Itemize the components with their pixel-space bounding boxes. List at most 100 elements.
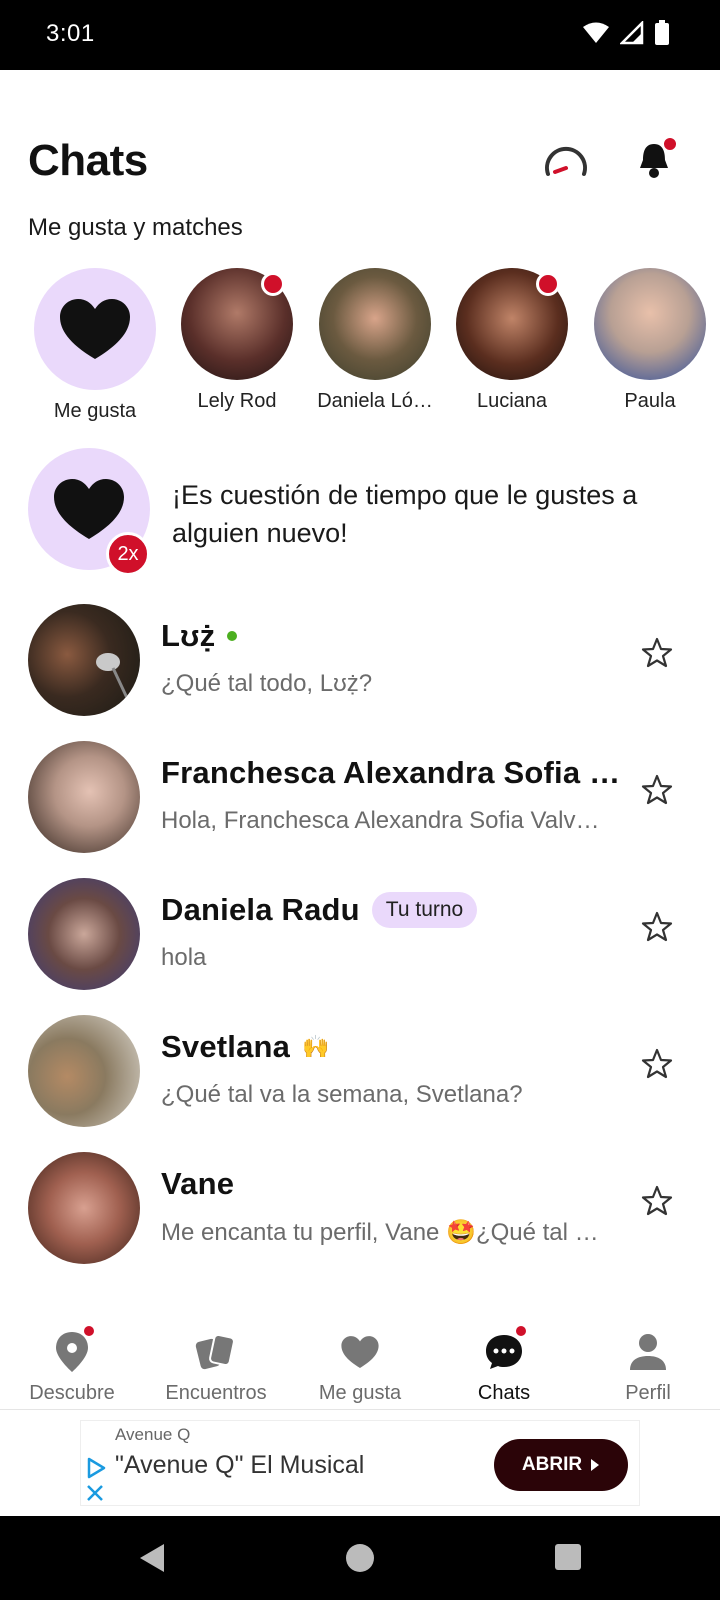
your-turn-badge: Tu turno <box>371 892 478 928</box>
multiplier-badge: 2x <box>106 532 150 576</box>
cards-icon <box>192 1328 240 1376</box>
nav-notification-dot <box>514 1324 528 1338</box>
chat-row[interactable]: Svetlana 🙌 ¿Qué tal va la semana, Svetla… <box>0 1003 720 1139</box>
favorite-star-icon[interactable] <box>640 636 674 670</box>
home-icon[interactable] <box>345 1542 375 1574</box>
favorite-star-icon[interactable] <box>640 773 674 807</box>
speedometer-icon <box>545 146 587 176</box>
chat-row[interactable]: Lʊẓ̇ ¿Qué tal todo, Lʊẓ̇? <box>0 592 720 728</box>
nav-encuentros[interactable]: Encuentros <box>144 1300 288 1410</box>
microphone-icon <box>96 653 130 701</box>
ad-close-icon[interactable] <box>85 1483 105 1503</box>
avatar <box>456 268 568 380</box>
chat-last-message: Hola, Franchesca Alexandra Sofia Valv… <box>161 807 600 834</box>
likes-row: Me gusta Lely Rod Daniela Ló… Luciana Pa… <box>0 268 720 438</box>
chat-name: Daniela Radu <box>161 892 360 927</box>
system-nav-bar <box>0 1516 720 1600</box>
location-pin-icon <box>48 1324 96 1376</box>
status-icons <box>582 20 670 46</box>
avatar <box>28 604 140 716</box>
nav-label: Encuentros <box>165 1382 267 1404</box>
avatar <box>181 268 293 380</box>
match-profile-4[interactable]: Paula <box>585 268 715 413</box>
match-name: Lely Rod <box>197 390 277 412</box>
status-bar: 3:01 <box>0 0 720 70</box>
raised-hands-emoji: 🙌 <box>302 1034 330 1059</box>
me-gusta-item[interactable]: Me gusta <box>30 268 160 423</box>
avatar <box>28 878 140 990</box>
chat-name: Svetlana <box>161 1029 291 1064</box>
chat-name-line: Daniela Radu Tu turno <box>161 890 478 930</box>
battery-icon <box>655 20 669 45</box>
nav-label: Perfil <box>625 1382 671 1404</box>
favorite-star-icon[interactable] <box>640 910 674 944</box>
ad-cta-label: ABRIR <box>521 1454 583 1475</box>
activity-speed-button[interactable] <box>538 132 594 188</box>
match-profile-1[interactable]: Lely Rod <box>172 268 302 413</box>
bottom-nav: Descubre Encuentros Me gusta Chats Perfi… <box>0 1300 720 1410</box>
chat-name-line: Franchesca Alexandra Sofia … <box>161 753 620 793</box>
chat-last-message: ¿Qué tal va la semana, Svetlana? <box>161 1081 523 1108</box>
notification-dot <box>662 136 678 152</box>
online-indicator <box>227 631 238 641</box>
favorite-star-icon[interactable] <box>640 1047 674 1081</box>
chat-name-line: Vane <box>161 1164 234 1204</box>
chat-name: Lʊẓ̇ <box>161 618 216 653</box>
heart-icon <box>54 479 124 539</box>
cell-signal-icon <box>620 21 644 45</box>
nav-notification-dot <box>82 1324 96 1338</box>
recents-icon[interactable] <box>554 1542 582 1572</box>
favorite-star-icon[interactable] <box>640 1184 674 1218</box>
chat-row[interactable]: Daniela Radu Tu turno hola <box>0 866 720 1002</box>
nav-label: Chats <box>477 1382 531 1404</box>
chat-last-message: hola <box>161 944 207 971</box>
chat-row[interactable]: Vane Me encanta tu perfil, Vane 🤩¿Qué ta… <box>0 1140 720 1276</box>
chat-row[interactable]: Franchesca Alexandra Sofia … Hola, Franc… <box>0 729 720 865</box>
ad-title: "Avenue Q" El Musical <box>115 1451 365 1479</box>
chat-last-message: ¿Qué tal todo, Lʊẓ̇? <box>161 670 373 697</box>
avatar <box>594 268 706 380</box>
notifications-button[interactable] <box>626 132 682 188</box>
promo-text: ¡Es cuestión de tiempo que le gustes a a… <box>172 480 638 548</box>
status-time: 3:01 <box>46 20 95 47</box>
page-title: Chats <box>28 136 148 185</box>
ad-advertiser: Avenue Q <box>115 1425 191 1444</box>
ad-banner[interactable]: Avenue Q "Avenue Q" El Musical ABRIR <box>80 1420 640 1506</box>
nav-descubre[interactable]: Descubre <box>0 1300 144 1410</box>
chat-name-line: Svetlana 🙌 <box>161 1027 330 1067</box>
nav-me-gusta[interactable]: Me gusta <box>288 1300 432 1410</box>
heart-icon <box>336 1328 384 1376</box>
ad-choices-icon[interactable] <box>85 1457 107 1479</box>
likes-boost-promo[interactable]: 2x ¡Es cuestión de tiempo que le gustes … <box>0 448 720 578</box>
header: Chats <box>0 70 720 200</box>
nav-label: Me gusta <box>318 1382 402 1404</box>
avatar <box>319 268 431 380</box>
chat-name-line: Lʊẓ̇ <box>161 616 238 656</box>
nav-chats[interactable]: Chats <box>432 1300 576 1410</box>
chat-list: Lʊẓ̇ ¿Qué tal todo, Lʊẓ̇? Franchesca Ale… <box>0 592 720 1292</box>
match-name: Luciana <box>476 390 548 412</box>
match-name: Daniela Ló… <box>317 390 433 412</box>
chat-bubble-icon <box>480 1324 528 1376</box>
avatar <box>28 1152 140 1264</box>
nav-label: Descubre <box>29 1382 115 1404</box>
match-name: Paula <box>624 390 676 412</box>
person-icon <box>624 1328 672 1376</box>
likes-section-title: Me gusta y matches <box>28 214 243 241</box>
me-gusta-label: Me gusta <box>53 400 137 422</box>
match-profile-3[interactable]: Luciana <box>447 268 577 413</box>
chat-name: Vane <box>161 1166 235 1201</box>
chat-name: Franchesca Alexandra Sofia … <box>161 755 621 790</box>
ad-open-button[interactable]: ABRIR <box>494 1439 628 1491</box>
me-gusta-circle <box>34 268 156 390</box>
back-icon[interactable] <box>136 1542 166 1574</box>
new-match-dot <box>536 272 560 296</box>
avatar <box>28 741 140 853</box>
avatar <box>28 1015 140 1127</box>
new-match-dot <box>261 272 285 296</box>
chat-last-message: Me encanta tu perfil, Vane 🤩¿Qué tal … <box>161 1219 599 1246</box>
play-arrow-icon <box>591 1459 600 1471</box>
match-profile-2[interactable]: Daniela Ló… <box>310 268 440 413</box>
heart-icon <box>60 299 130 359</box>
nav-perfil[interactable]: Perfil <box>576 1300 720 1410</box>
